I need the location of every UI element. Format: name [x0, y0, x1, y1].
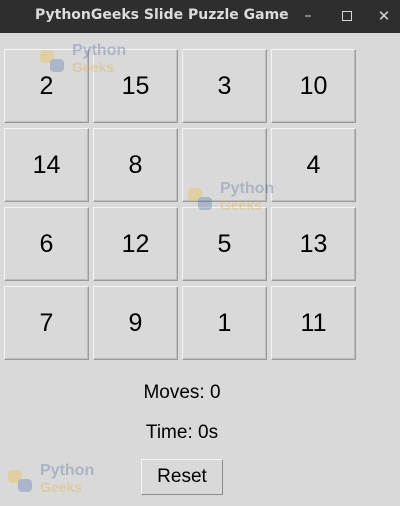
puzzle-tile[interactable]: 6	[4, 207, 89, 281]
puzzle-tile[interactable]: 9	[93, 286, 178, 360]
puzzle-tile[interactable]: 15	[93, 49, 178, 123]
close-button[interactable]: ✕	[373, 5, 395, 27]
puzzle-tile[interactable]: 12	[93, 207, 178, 281]
puzzle-tile[interactable]: 5	[182, 207, 267, 281]
title-bar[interactable]: PythonGeeks Slide Puzzle Game – ✕	[0, 0, 400, 33]
moves-counter: Moves: 0	[143, 382, 221, 403]
minimize-button[interactable]: –	[297, 5, 319, 27]
puzzle-tile[interactable]: 11	[271, 286, 356, 360]
puzzle-tile[interactable]: 8	[93, 128, 178, 202]
reset-button[interactable]: Reset	[141, 459, 223, 495]
time-counter: Time: 0s	[145, 422, 219, 443]
watermark-logo: Python Geeks	[6, 462, 116, 502]
app-window: PythonGeeks Slide Puzzle Game – ✕ 2 15 3…	[0, 0, 400, 506]
puzzle-tile[interactable]: 14	[4, 128, 89, 202]
puzzle-tile[interactable]: 10	[271, 49, 356, 123]
python-logo-icon	[8, 470, 32, 492]
window-title: PythonGeeks Slide Puzzle Game	[35, 7, 289, 23]
watermark-text: Python	[40, 462, 95, 479]
puzzle-tile[interactable]: 4	[271, 128, 356, 202]
maximize-icon	[342, 11, 352, 21]
maximize-button[interactable]	[336, 5, 358, 27]
puzzle-tile[interactable]: 2	[4, 49, 89, 123]
puzzle-tile[interactable]: 13	[271, 207, 356, 281]
puzzle-tile[interactable]: 3	[182, 49, 267, 123]
puzzle-tile[interactable]: 1	[182, 286, 267, 360]
puzzle-tile[interactable]: 7	[4, 286, 89, 360]
empty-tile[interactable]	[182, 128, 267, 202]
puzzle-board: 2 15 3 10 14 8 4 6 12 5 13 7 9 1 11	[4, 49, 360, 361]
watermark-subtext: Geeks	[40, 479, 83, 495]
